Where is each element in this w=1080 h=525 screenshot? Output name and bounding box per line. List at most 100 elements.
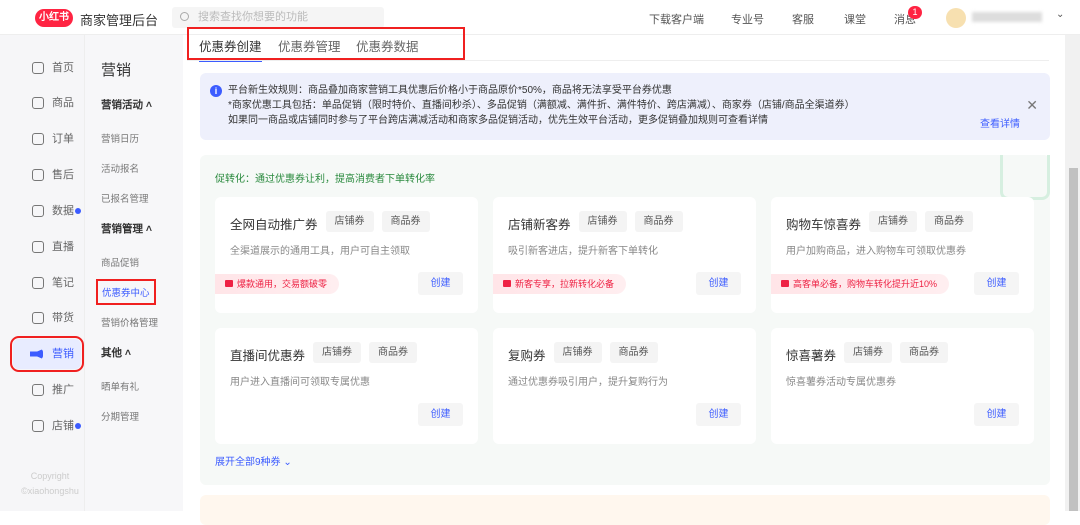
label: 带货	[52, 312, 74, 324]
tag-shop: 店铺券	[869, 211, 917, 232]
label: 推广	[52, 384, 74, 396]
sidebar-item-orders[interactable]: 订单	[30, 129, 82, 149]
sidebar-item-marketing[interactable]: 营销	[10, 336, 84, 372]
coupon-name: 店铺新客券	[508, 218, 571, 232]
tag-shop: 店铺券	[313, 342, 361, 363]
username-blurred	[972, 12, 1042, 22]
sidebar-item-promote[interactable]: 推广	[30, 380, 82, 400]
coupon-desc: 吸引新客进店，提升新客下单转化	[508, 246, 658, 257]
sidebar-item-shop[interactable]: 店铺	[30, 416, 82, 436]
coupon-tags: 店铺券 商品券	[578, 211, 683, 232]
group-marketing-activities[interactable]: 营销活动 ˄	[101, 97, 152, 112]
tag-goods: 商品券	[925, 211, 973, 232]
sidebar-item-notes[interactable]: 笔记	[30, 273, 82, 293]
search-icon	[180, 12, 189, 21]
menu-item[interactable]: 商品促销	[101, 255, 139, 269]
tag-shop: 店铺券	[553, 342, 602, 363]
coupon-tags: 店铺券 商品券	[325, 211, 430, 232]
conversion-section: 促转化：通过优惠券让利，提高消费者下单转化率 全网自动推广券 店铺券 商品券 全渠…	[200, 155, 1050, 485]
coupon-tags: 店铺券 商品券	[553, 342, 658, 363]
coupon-name: 复购券	[508, 349, 546, 363]
menu-item[interactable]: 已报名管理	[101, 191, 149, 205]
thumbs-up-icon	[781, 280, 789, 287]
main-content: 优惠券创建 优惠券管理 优惠券数据 i 平台新生效规则：商品叠加商家营销工具优惠…	[183, 27, 1065, 525]
highlight-badge: 高客单必备，购物车转化提升近10%	[771, 274, 950, 294]
notes-icon	[32, 277, 44, 289]
label: 营销	[52, 348, 74, 360]
view-details-link[interactable]: 查看详情	[980, 117, 1020, 132]
goods-icon	[32, 97, 44, 109]
coupon-card: 直播间优惠券 店铺券 商品券 用户进入直播间可领取专属优惠 创建	[215, 328, 478, 444]
app-title: 商家管理后台	[80, 13, 159, 28]
coupon-card: 购物车惊喜券 店铺券 商品券 用户加购商品，进入购物车可领取优惠券高客单必备，购物…	[771, 197, 1034, 313]
scrollbar[interactable]	[1065, 35, 1080, 511]
create-button[interactable]: 创建	[418, 403, 463, 426]
group-marketing-management[interactable]: 营销管理 ˄	[101, 221, 152, 236]
search-input[interactable]: 搜索查找你想要的功能	[172, 7, 384, 28]
sidebar-item-goods[interactable]: 商品	[30, 93, 82, 113]
thumbs-up-icon	[503, 280, 511, 287]
classroom-link[interactable]: 课堂	[844, 11, 866, 27]
tab-coupon-data[interactable]: 优惠券数据	[356, 36, 419, 55]
label: 营销管理	[101, 223, 143, 235]
avatar[interactable]	[946, 8, 966, 28]
menu-item[interactable]: 分期管理	[101, 409, 139, 423]
menu-item[interactable]: 营销日历	[101, 131, 139, 145]
notice-line: 如果同一商品或店铺同时参与了平台跨店满减活动和商家多品促销活动，优先生效平台活动…	[228, 115, 768, 126]
notice-banner: i 平台新生效规则：商品叠加商家营销工具优惠后价格小于商品原价*50%，商品将无…	[200, 73, 1050, 140]
logo[interactable]: 小红书	[35, 9, 73, 27]
data-icon	[32, 205, 44, 217]
create-button[interactable]: 创建	[974, 403, 1019, 426]
live-icon	[32, 241, 44, 253]
coupon-desc: 用户进入直播间可领取专属优惠	[230, 377, 370, 388]
group-other[interactable]: 其他 ˄	[101, 345, 131, 360]
pro-account-link[interactable]: 专业号	[731, 11, 764, 27]
order-icon	[32, 133, 44, 145]
create-button[interactable]: 创建	[974, 272, 1019, 295]
copyright: Copyright ©xiaohongshu	[18, 469, 82, 499]
label: 数据	[52, 205, 74, 217]
sidebar-item-data[interactable]: 数据	[30, 201, 82, 221]
coupon-desc: 用户加购商品，进入购物车可领取优惠券	[786, 246, 966, 257]
tab-coupon-manage[interactable]: 优惠券管理	[278, 36, 341, 55]
sidebar-item-selling[interactable]: 带货	[30, 308, 82, 328]
after-sale-icon	[32, 169, 44, 181]
menu-item[interactable]: 活动报名	[101, 161, 139, 175]
create-button[interactable]: 创建	[696, 272, 741, 295]
divider	[187, 60, 1049, 61]
create-button[interactable]: 创建	[418, 272, 463, 295]
megaphone-icon	[30, 349, 43, 359]
menu-item[interactable]: 晒单有礼	[101, 379, 139, 393]
tab-coupon-create[interactable]: 优惠券创建	[199, 36, 262, 62]
coupon-name: 惊喜薯券	[786, 349, 837, 363]
coupon-name: 购物车惊喜券	[786, 218, 862, 232]
menu-item-coupon-center[interactable]: 优惠券中心	[96, 279, 156, 305]
label: 商品	[52, 97, 74, 109]
customer-service-link[interactable]: 客服	[792, 11, 814, 27]
notification-dot	[75, 208, 81, 214]
menu-item[interactable]: 营销价格管理	[101, 315, 158, 329]
download-client-link[interactable]: 下载客户端	[649, 11, 704, 27]
chevron-down-icon[interactable]: ⌄	[1056, 9, 1064, 20]
expand-all-link[interactable]: 展开全部9种券 ⌄	[215, 453, 292, 468]
label: 新客专享，拉新转化必备	[515, 279, 615, 289]
home-icon	[32, 62, 44, 74]
tag-goods: 商品券	[609, 342, 658, 363]
label: 售后	[52, 169, 74, 181]
create-button[interactable]: 创建	[696, 403, 741, 426]
label: 爆款通用，交易额破零	[237, 279, 328, 289]
label: 直播	[52, 241, 74, 253]
tab-bar: 优惠券创建 优惠券管理 优惠券数据	[187, 27, 465, 62]
close-icon[interactable]: ✕	[1026, 98, 1038, 113]
tag-goods: 商品券	[381, 211, 430, 232]
copyright-line: ©xiaohongshu	[21, 486, 79, 496]
sidebar-item-home[interactable]: 首页	[30, 58, 82, 78]
thumbs-up-icon	[225, 280, 233, 287]
sidebar-item-live[interactable]: 直播	[30, 237, 82, 257]
label: 店铺	[52, 420, 74, 432]
scrollbar-thumb[interactable]	[1069, 168, 1078, 511]
info-icon: i	[210, 85, 222, 97]
sidebar-item-after-sale[interactable]: 售后	[30, 165, 82, 185]
secondary-sidebar: 营销 营销活动 ˄ 营销日历 活动报名 已报名管理 营销管理 ˄ 商品促销 优惠…	[84, 35, 183, 511]
tag-shop: 店铺券	[844, 342, 892, 363]
